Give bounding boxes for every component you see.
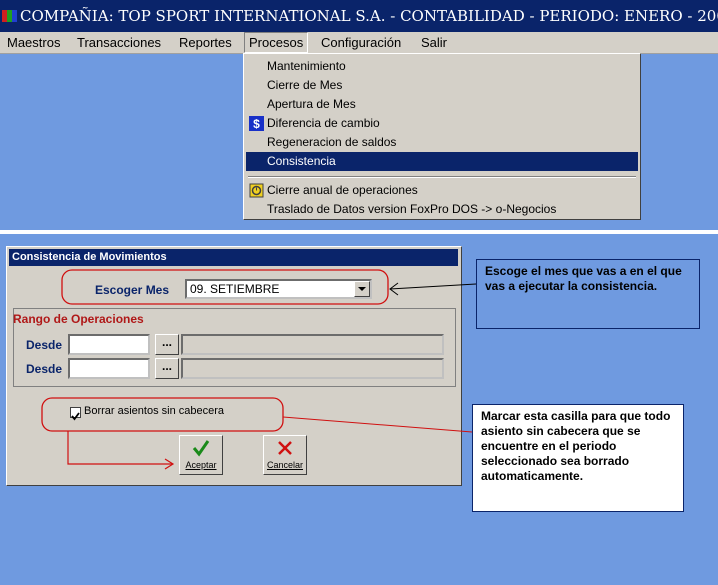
section-divider [0, 230, 718, 234]
check-icon [71, 412, 80, 421]
close-icon [278, 441, 292, 455]
checkbox-label[interactable]: Borrar asientos sin cabecera [84, 405, 224, 417]
menu-bar: Maestros Transacciones Reportes Procesos… [0, 32, 718, 54]
month-label: Escoger Mes [95, 283, 170, 297]
desde-input-1[interactable] [68, 334, 150, 355]
svg-text:$: $ [253, 117, 260, 131]
app-logo-icon [2, 10, 17, 22]
menu-maestros[interactable]: Maestros [3, 32, 64, 53]
desde-description-1 [181, 334, 444, 355]
desde-input-2[interactable] [68, 358, 150, 379]
checkbox-annotation: Marcar esta casilla para que todo asient… [472, 404, 684, 512]
browse-button-2[interactable]: ... [155, 358, 179, 379]
consistencia-dialog: Consistencia de Movimientos Escoger Mes … [6, 246, 462, 486]
menu-item-mantenimiento[interactable]: Mantenimiento [246, 57, 638, 76]
month-annotation: Escoge el mes que vas a en el que vas a … [476, 259, 700, 329]
cancel-label: Cancelar [266, 460, 304, 470]
accept-button[interactable]: Aceptar [179, 435, 223, 475]
delete-headerless-checkbox[interactable] [70, 407, 81, 421]
menu-salir[interactable]: Salir [417, 32, 451, 53]
menu-procesos[interactable]: Procesos [244, 32, 309, 53]
desde-description-2 [181, 358, 444, 379]
range-group-title: Rango de Operaciones [13, 312, 144, 326]
menu-item-label: Cierre de Mes [267, 78, 343, 92]
menu-item-apertura-de-mes[interactable]: Apertura de Mes [246, 95, 638, 114]
dialog-title: Consistencia de Movimientos [9, 249, 458, 266]
desde-label-2: Desde [26, 362, 63, 376]
dollar-icon: $ [249, 116, 264, 131]
title-bar: COMPAÑIA: TOP SPORT INTERNATIONAL S.A. -… [0, 0, 718, 32]
menu-separator [248, 176, 636, 178]
desde-label-1: Desde [26, 338, 63, 352]
menu-item-regeneracion-de-saldos[interactable]: Regeneracion de saldos [246, 133, 638, 152]
menu-item-label: Apertura de Mes [267, 97, 356, 111]
procesos-dropdown: Mantenimiento Cierre de Mes Apertura de … [243, 53, 641, 220]
accept-label: Aceptar [185, 460, 217, 470]
menu-item-consistencia[interactable]: Consistencia [246, 152, 638, 171]
menu-item-label: Diferencia de cambio [267, 116, 380, 130]
app-window: COMPAÑIA: TOP SPORT INTERNATIONAL S.A. -… [0, 0, 718, 230]
menu-item-cierre-de-mes[interactable]: Cierre de Mes [246, 76, 638, 95]
menu-reportes[interactable]: Reportes [175, 32, 236, 53]
month-select[interactable]: 09. SETIEMBRE [185, 279, 372, 299]
menu-item-diferencia-de-cambio[interactable]: $ Diferencia de cambio [246, 114, 638, 133]
month-select-value: 09. SETIEMBRE [190, 282, 280, 296]
menu-item-traslado-datos[interactable]: Traslado de Datos version FoxPro DOS -> … [246, 200, 638, 219]
cancel-button[interactable]: Cancelar [263, 435, 307, 475]
menu-item-label: Regeneracion de saldos [267, 135, 397, 149]
menu-item-label: Mantenimiento [267, 59, 346, 73]
menu-item-cierre-anual[interactable]: Cierre anual de operaciones [246, 181, 638, 200]
window-title: COMPAÑIA: TOP SPORT INTERNATIONAL S.A. -… [20, 7, 718, 25]
menu-item-label: Consistencia [267, 154, 336, 168]
checkmark-icon [192, 440, 210, 457]
menu-item-label: Cierre anual de operaciones [267, 183, 418, 197]
annual-close-icon [249, 183, 264, 198]
menu-configuracion[interactable]: Configuración [317, 32, 405, 53]
menu-transacciones[interactable]: Transacciones [73, 32, 165, 53]
menu-item-label: Traslado de Datos version FoxPro DOS -> … [267, 202, 557, 216]
browse-button-1[interactable]: ... [155, 334, 179, 355]
chevron-down-icon[interactable] [354, 281, 370, 297]
